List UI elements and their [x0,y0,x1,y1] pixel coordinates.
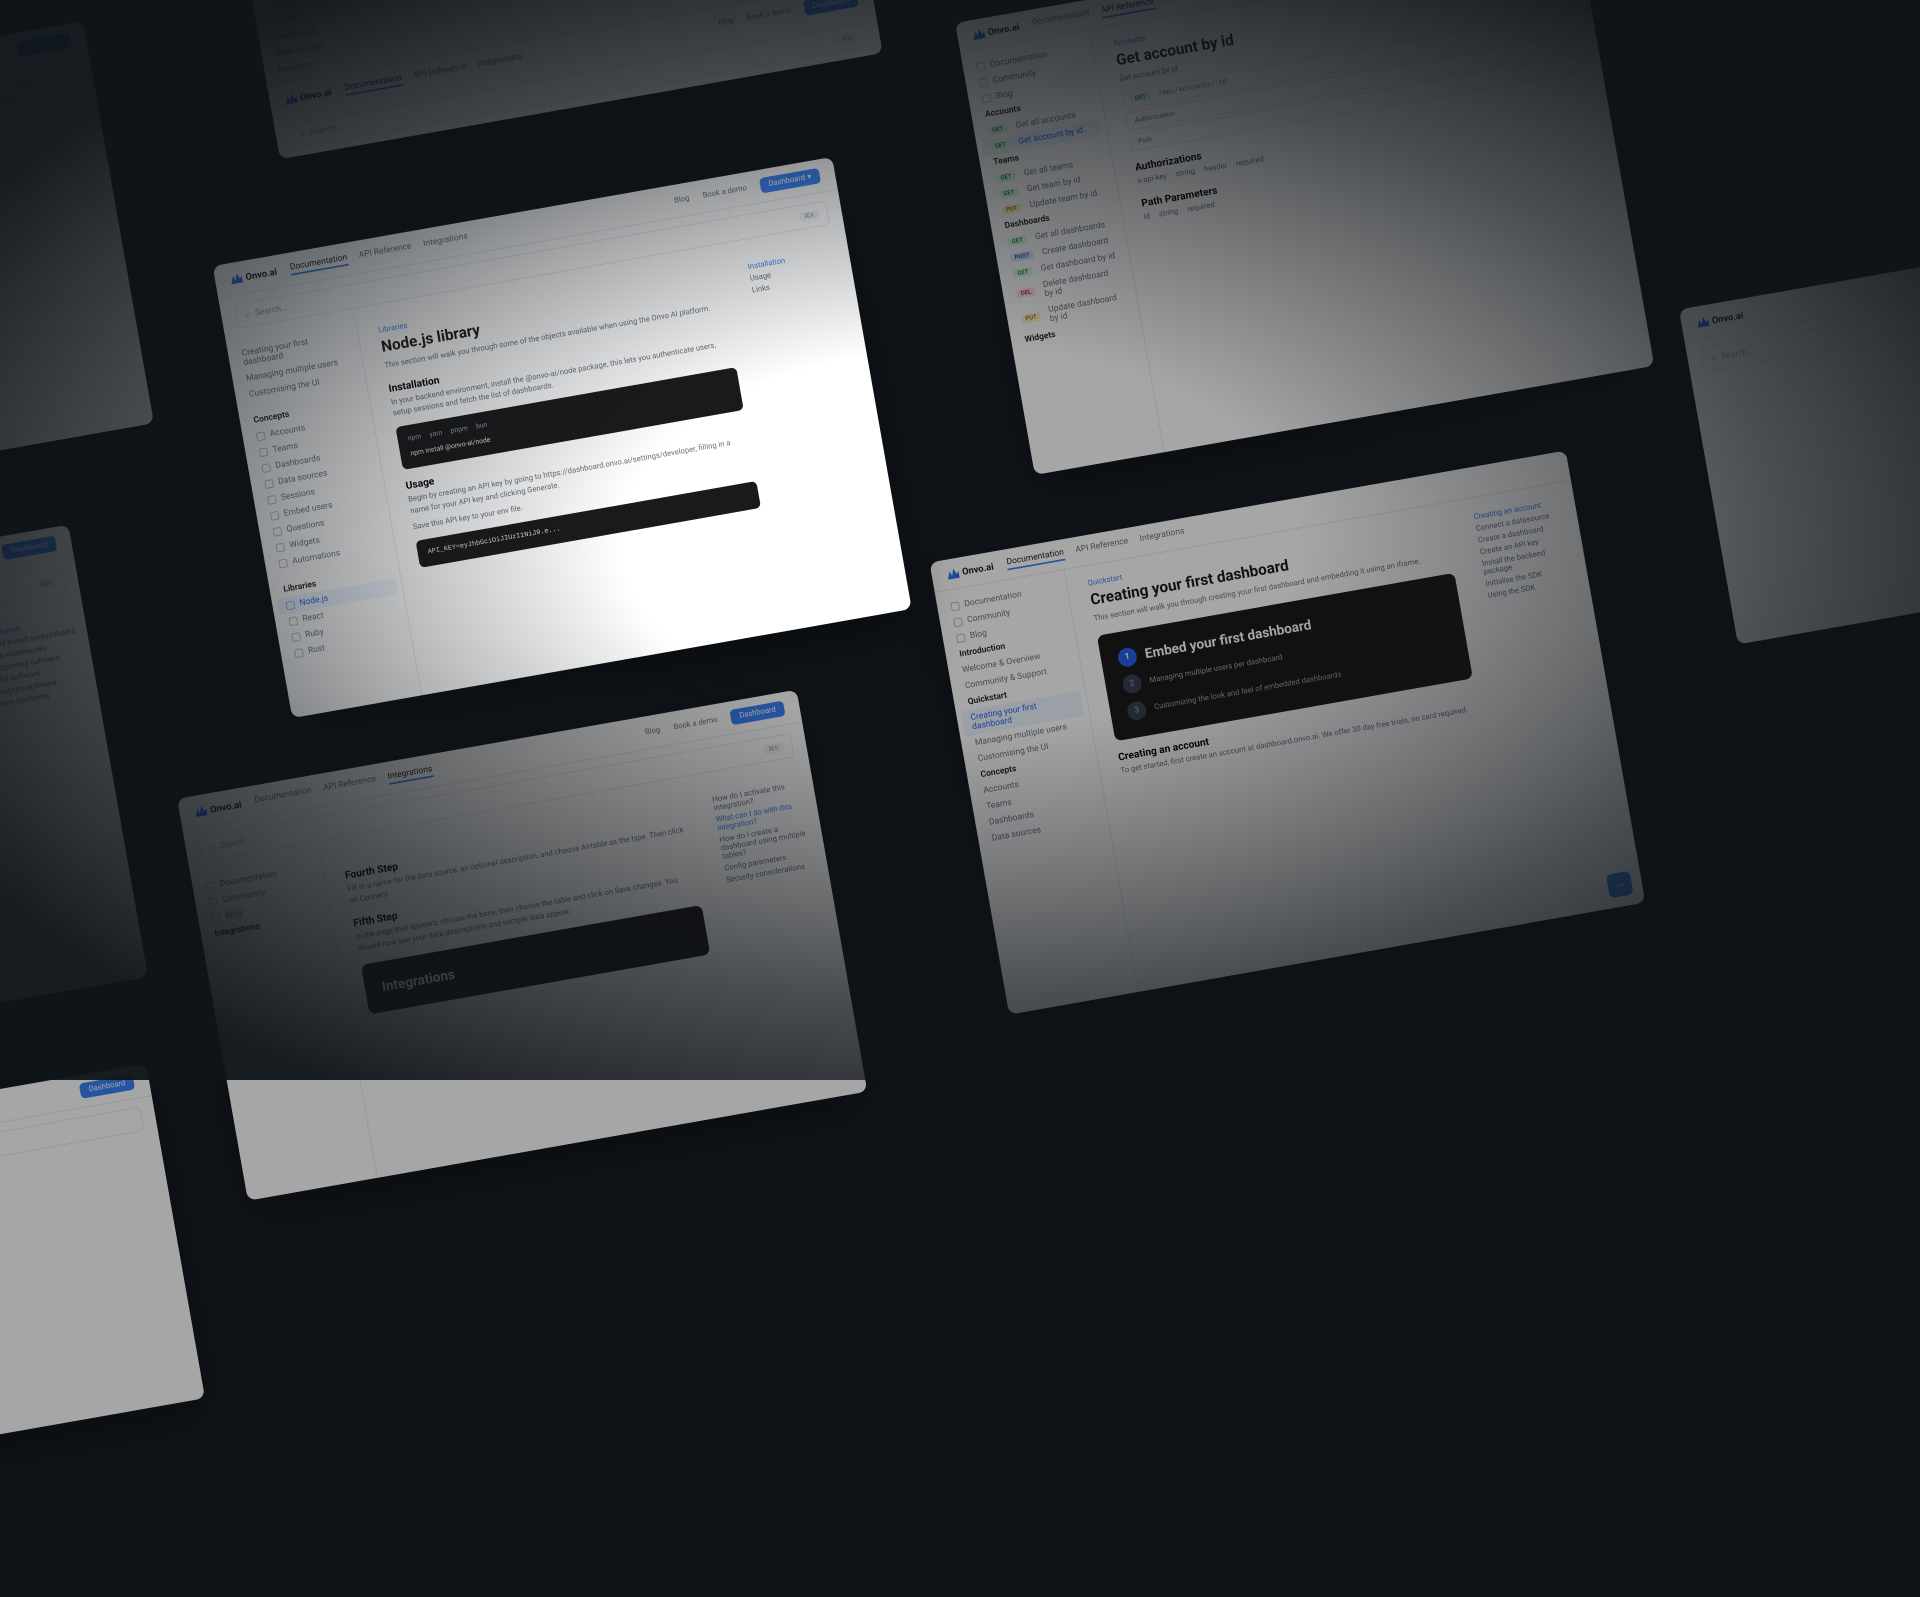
nav-doc[interactable]: Documentation [289,252,348,275]
nav-blog[interactable]: Blog [674,194,691,205]
dashboard-button[interactable]: Dashboard ▾ [759,168,821,194]
nav-demo[interactable]: Book a demo [702,184,748,200]
logo: Onvo.ai [229,266,277,285]
nav-api[interactable]: API Reference [358,241,413,263]
main-content: Libraries Node.js library This section w… [355,250,803,696]
chart-icon[interactable]: 〰 [1606,871,1634,899]
nav-int[interactable]: Integrations [422,231,469,251]
